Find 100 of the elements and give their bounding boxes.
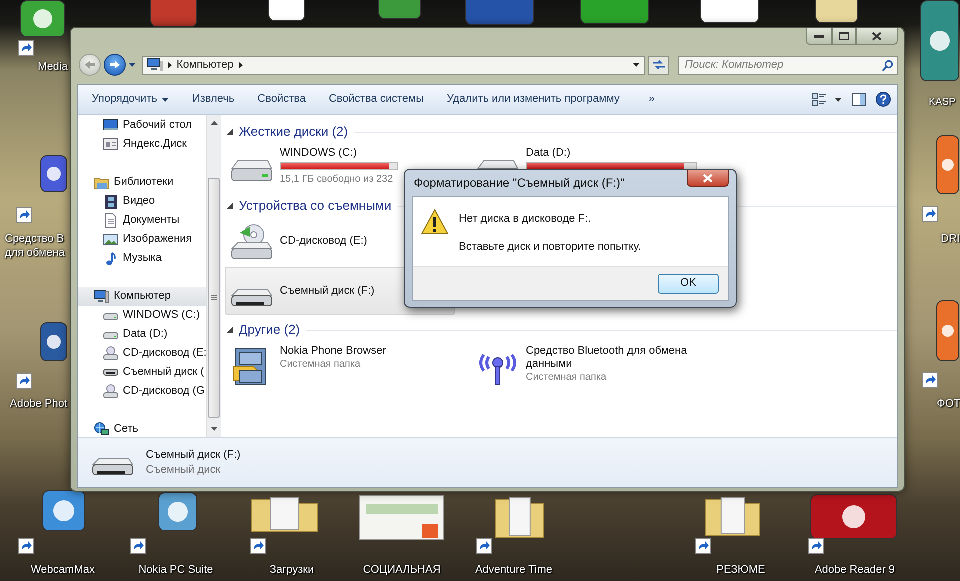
application-icon <box>150 0 198 28</box>
minimize-icon <box>814 34 824 38</box>
maximize-icon <box>839 32 849 40</box>
window-icon <box>103 136 119 152</box>
nav-item[interactable]: Сеть <box>78 420 206 437</box>
application-icon <box>42 490 86 532</box>
breadcrumb-item[interactable]: Компьютер <box>176 56 234 74</box>
view-options-button[interactable] <box>812 93 842 106</box>
icon-label[interactable]: Adobe Phot <box>10 397 68 411</box>
picture-icon <box>103 232 119 248</box>
group-header[interactable]: Устройства со съемными <box>227 196 392 216</box>
message-text: Нет диска в дисководе F:. <box>459 212 592 226</box>
refresh-icon <box>652 59 666 71</box>
history-dropdown-button[interactable] <box>128 63 136 67</box>
application-icon <box>936 300 960 362</box>
application-icon <box>465 0 535 26</box>
more-commands-button[interactable]: » <box>642 89 662 110</box>
help-icon <box>876 92 891 107</box>
toolbar-button[interactable]: Свойства системы <box>322 89 430 110</box>
arrow-icon <box>84 60 96 70</box>
application-icon <box>20 0 66 38</box>
application-icon <box>40 155 68 193</box>
desktop-icon <box>103 118 119 134</box>
application-icon <box>815 0 859 24</box>
minimize-button[interactable] <box>806 28 832 45</box>
icon-label[interactable]: Media <box>38 60 68 74</box>
arrow-icon <box>108 60 121 70</box>
preview-pane-button[interactable] <box>852 93 866 106</box>
computer-icon <box>94 288 110 304</box>
removable-drive-icon <box>231 289 273 307</box>
nav-item[interactable]: Съемный диск ( <box>78 363 206 382</box>
toolbar-button[interactable]: Извлечь <box>186 89 241 110</box>
chevron-icon <box>166 62 173 68</box>
maximize-button[interactable] <box>832 28 856 45</box>
film-icon <box>103 194 119 210</box>
message-text: Вставьте диск и повторите попытку. <box>459 240 642 254</box>
grip-icon <box>211 295 217 301</box>
caret-icon <box>128 63 136 67</box>
document-icon <box>358 494 446 542</box>
group-header[interactable]: Жесткие диски (2) <box>227 122 348 142</box>
scrollbar[interactable] <box>206 115 221 437</box>
drive-item[interactable]: Nokia Phone Browser Системная папка <box>225 341 401 389</box>
details-type: Съемный диск <box>146 462 222 478</box>
toolbar-button[interactable]: Свойства <box>252 89 312 110</box>
address-bar[interactable]: Компьютер <box>142 56 646 74</box>
ok-button[interactable]: OK <box>658 274 719 294</box>
document-icon <box>103 212 119 228</box>
nav-item[interactable]: WINDOWS (C:) <box>78 306 206 325</box>
nav-item[interactable]: Data (D:) <box>78 325 206 344</box>
caret-icon <box>835 98 842 102</box>
collapse-triangle-icon <box>227 203 233 209</box>
nav-item[interactable]: Изображения <box>78 230 206 249</box>
application-icon <box>936 135 960 195</box>
caret-icon <box>633 63 640 67</box>
nav-item[interactable]: Яндекс.Диск <box>78 135 206 154</box>
application-icon <box>580 0 650 25</box>
collapse-triangle-icon <box>227 129 233 135</box>
group-header[interactable]: Другие (2) <box>227 320 300 340</box>
close-icon <box>703 174 713 182</box>
removable-drive-icon <box>92 458 134 476</box>
drive-item[interactable]: Средство Bluetooth для обмена данными Системная папка <box>471 341 701 389</box>
close-button[interactable] <box>856 28 898 45</box>
scroll-up-icon <box>210 121 218 125</box>
help-button[interactable] <box>876 92 891 107</box>
nav-item[interactable]: CD-дисковод (E: <box>78 344 206 363</box>
application-icon <box>268 0 306 22</box>
application-icon <box>920 0 960 82</box>
nav-item[interactable]: CD-дисковод (G: <box>78 382 206 401</box>
nav-item[interactable]: Музыка <box>78 249 206 268</box>
icon-label[interactable]: ФОТ <box>937 397 960 411</box>
toolbar-button[interactable]: Упорядочить <box>86 89 176 110</box>
preview-pane-icon <box>852 93 866 106</box>
cd-drive-icon <box>103 346 119 362</box>
nav-item[interactable]: Рабочий стол <box>78 116 206 135</box>
chevron-icon <box>238 62 244 68</box>
dialog-title: Форматирование "Съемный диск (F:)" <box>413 175 625 192</box>
application-icon <box>378 0 422 20</box>
scroll-down-icon <box>210 427 218 431</box>
details-name: Съемный диск (F:) <box>146 448 241 462</box>
nav-item[interactable]: Видео <box>78 192 206 211</box>
cd-drive-icon <box>103 384 119 400</box>
close-button[interactable] <box>687 170 729 187</box>
nav-item[interactable]: Компьютер <box>78 287 206 306</box>
application-icon <box>810 494 898 540</box>
refresh-button[interactable] <box>648 56 669 74</box>
removable-drive-icon <box>103 368 119 376</box>
drive-item[interactable]: WINDOWS (C:) 15,1 ГБ свободно из 232 <box>225 143 401 191</box>
toolbar-button[interactable]: Удалить или изменить программу <box>440 89 626 110</box>
computer-icon <box>146 58 163 72</box>
search-field[interactable]: Поиск: Компьютер <box>678 56 898 74</box>
nav-item[interactable]: Документы <box>78 211 206 230</box>
close-icon <box>872 32 882 40</box>
application-icon <box>40 322 68 362</box>
nav-item[interactable]: Библиотеки <box>78 173 206 192</box>
forward-button[interactable] <box>104 54 126 76</box>
application-icon <box>158 492 198 532</box>
application-icon <box>700 0 760 24</box>
drive-item[interactable]: CD-дисковод (E:) <box>225 217 455 265</box>
view-list-icon <box>812 93 826 106</box>
caret-icon <box>162 98 170 102</box>
